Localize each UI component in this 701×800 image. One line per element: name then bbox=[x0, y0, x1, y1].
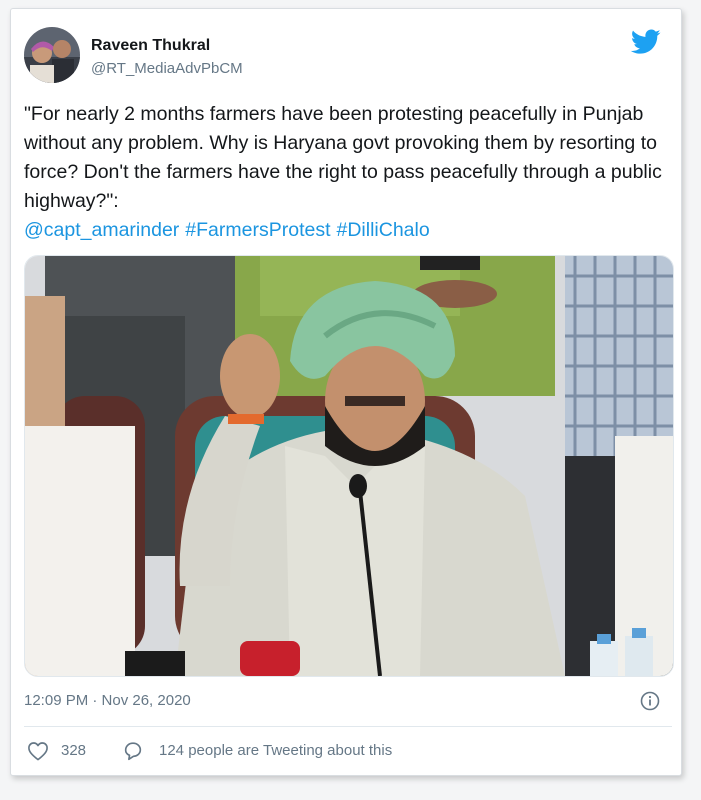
tweet-photo[interactable] bbox=[24, 255, 674, 677]
hashtag-link[interactable]: #DilliChalo bbox=[337, 219, 430, 241]
like-count[interactable]: 328 bbox=[61, 742, 86, 759]
speech-bubble-icon[interactable] bbox=[122, 740, 144, 762]
author-name[interactable]: Raveen Thukral bbox=[91, 37, 210, 55]
mention-link[interactable]: @capt_amarinder bbox=[24, 219, 179, 241]
tweet-text: "For nearly 2 months farmers have been p… bbox=[24, 100, 672, 245]
author-handle[interactable]: @RT_MediaAdvPbCM bbox=[91, 60, 243, 77]
press-conference-photo bbox=[25, 256, 673, 676]
info-icon[interactable] bbox=[640, 691, 660, 711]
tweeting-about-link[interactable]: 124 people are Tweeting about this bbox=[159, 742, 392, 759]
tweet-links: @capt_amarinder #FarmersProtest #DilliChal… bbox=[24, 219, 436, 241]
tweet-card: Raveen Thukral @RT_MediaAdvPbCM "For nea… bbox=[10, 8, 682, 776]
hashtag-link[interactable]: #FarmersProtest bbox=[185, 219, 330, 241]
tweet-body: "For nearly 2 months farmers have been p… bbox=[24, 103, 662, 212]
author-avatar[interactable] bbox=[24, 27, 80, 83]
twitter-bird-icon[interactable] bbox=[630, 29, 661, 55]
heart-icon[interactable] bbox=[27, 741, 49, 761]
tweet-timestamp[interactable]: 12:09 PM · Nov 26, 2020 bbox=[24, 692, 191, 709]
divider bbox=[24, 726, 672, 727]
avatar-image bbox=[24, 27, 80, 83]
